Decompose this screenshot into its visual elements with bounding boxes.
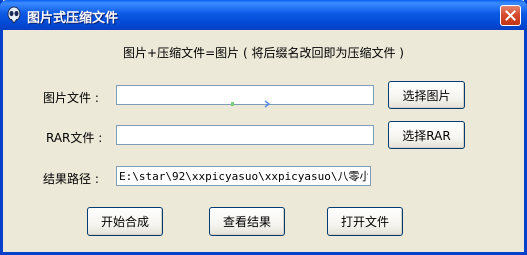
view-result-button[interactable]: 查看结果 (209, 207, 285, 236)
choose-image-button[interactable]: 选择图片 (388, 81, 465, 109)
rar-file-input[interactable] (116, 125, 374, 145)
choose-rar-button[interactable]: 选择RAR (388, 121, 465, 149)
result-path-label: 结果路径 : (43, 172, 99, 186)
close-button[interactable] (500, 5, 521, 26)
alien-icon (7, 6, 21, 24)
app-window: 图片式压缩文件 图片+压缩文件=图片 ( 将后缀名改回即为压缩文件 ) 图片文件… (0, 0, 527, 255)
start-merge-button[interactable]: 开始合成 (87, 207, 163, 236)
instruction-text: 图片+压缩文件=图片 ( 将后缀名改回即为压缩文件 ) (123, 46, 404, 60)
close-icon (505, 10, 516, 21)
open-file-button[interactable]: 打开文件 (327, 207, 403, 236)
image-file-label: 图片文件 : (43, 91, 99, 105)
result-path-input[interactable] (116, 166, 371, 186)
title-bar[interactable]: 图片式压缩文件 (0, 0, 527, 30)
window-title: 图片式压缩文件 (27, 11, 119, 26)
decorative-marks (231, 100, 271, 108)
rar-file-label: RAR文件 : (46, 131, 103, 145)
